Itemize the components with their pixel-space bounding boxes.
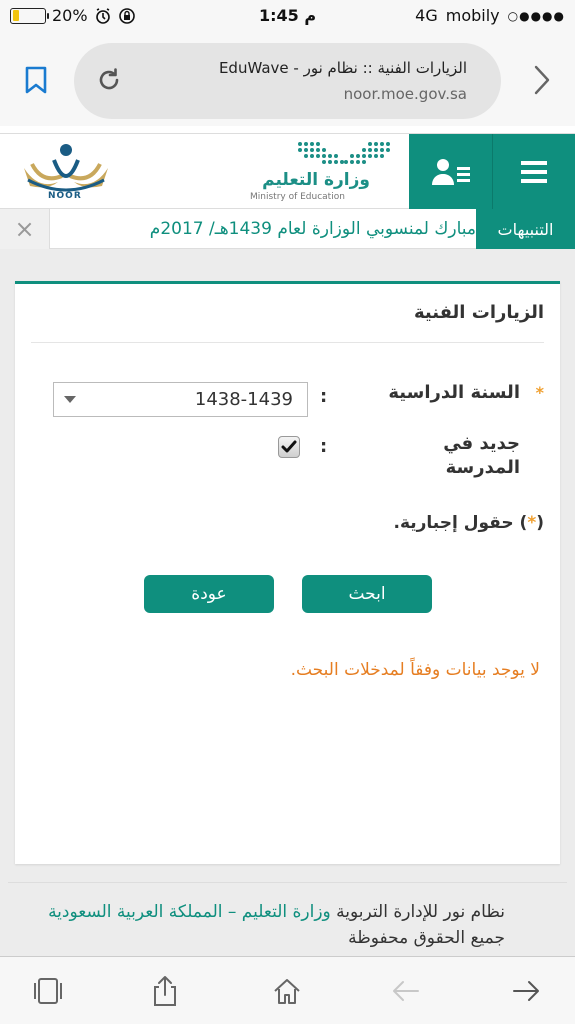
mandatory-fields-note: (*) حقول إجبارية. [393, 513, 544, 533]
academic-year-select[interactable]: 1438-1439 [53, 382, 308, 417]
page-url: noor.moe.gov.sa [343, 85, 467, 103]
users-menu-button[interactable] [409, 134, 492, 209]
academic-year-value: 1438-1439 [194, 389, 293, 410]
mandatory-prefix: ( [536, 513, 544, 533]
status-right: 4G mobily ○●●●● [415, 6, 565, 25]
new-in-school-checkbox[interactable] [278, 436, 300, 458]
moe-logo[interactable]: وزارة التعليم Ministry of Education [248, 140, 398, 206]
signal-strength: ○●●●● [507, 8, 565, 23]
page-title: الزيارات الفنية :: نظام نور - EduWave [218, 59, 467, 77]
hamburger-icon [521, 160, 547, 183]
back-arrow-icon[interactable] [390, 975, 422, 1007]
new-colon: : [320, 436, 328, 457]
address-divider [0, 126, 575, 134]
user-list-icon [431, 158, 470, 185]
chevron-right-icon[interactable] [533, 64, 551, 96]
new-in-school-line1: جديد في [443, 433, 520, 454]
notifications-bar: × مبارك لمنسوبي الوزارة لعام 1439هـ/ 201… [0, 209, 575, 249]
moe-english-name: Ministry of Education [250, 192, 345, 202]
main-menu-button[interactable] [492, 134, 575, 209]
site-header: NOOR وزارة التعليم Ministry of Education [0, 134, 575, 209]
required-star: * [535, 383, 544, 402]
footer-text-after: جميع الحقوق محفوظة [348, 928, 505, 948]
technical-visits-card: الزيارات الفنية * السنة الدراسية : 1438-… [15, 281, 560, 864]
new-in-school-label: جديد في المدرسة [443, 432, 520, 480]
back-button[interactable]: عودة [144, 575, 274, 613]
forward-arrow-icon[interactable] [510, 975, 542, 1007]
notifications-label: التنبيهات [476, 209, 575, 249]
card-title: الزيارات الفنية [413, 302, 544, 323]
footer-text-before: نظام نور للإدارة التربوية [330, 902, 505, 922]
card-divider [31, 342, 544, 343]
noor-logo-text: NOOR [48, 191, 82, 201]
share-icon[interactable] [149, 975, 181, 1007]
carrier-name: mobily [445, 6, 500, 25]
moe-arabic-name: وزارة التعليم [262, 170, 370, 190]
network-type: 4G [415, 6, 438, 25]
caret-down-icon [64, 396, 76, 403]
browser-address-area: الزيارات الفنية :: نظام نور - EduWave no… [0, 32, 575, 126]
academic-year-label: السنة الدراسية [388, 382, 520, 403]
bookmark-icon[interactable] [24, 66, 48, 94]
search-button[interactable]: ابحث [302, 575, 432, 613]
no-data-message: لا يوجد بيانات وفقاً لمدخلات البحث. [290, 660, 540, 680]
status-bar: 20% 1:45 م 4G mobily ○●●●● [0, 0, 575, 32]
footer-ministry-link[interactable]: وزارة التعليم – المملكة العربية السعودية [48, 902, 331, 922]
site-footer: نظام نور للإدارة التربوية وزارة التعليم … [8, 882, 567, 954]
check-icon [281, 440, 297, 453]
close-icon[interactable]: × [0, 209, 50, 249]
reload-icon[interactable] [94, 65, 124, 95]
tabs-icon[interactable] [32, 975, 64, 1007]
moe-dots-icon [298, 142, 390, 164]
browser-toolbar [0, 956, 575, 1024]
home-icon[interactable] [271, 975, 303, 1007]
mandatory-suffix: ) حقول إجبارية. [393, 513, 528, 533]
address-bar[interactable]: الزيارات الفنية :: نظام نور - EduWave no… [74, 43, 501, 119]
notification-ticker[interactable]: مبارك لمنسوبي الوزارة لعام 1439هـ/ 2017م [52, 209, 476, 249]
mandatory-star: * [527, 513, 537, 533]
new-in-school-line2: المدرسة [445, 457, 520, 478]
year-colon: : [320, 386, 328, 407]
